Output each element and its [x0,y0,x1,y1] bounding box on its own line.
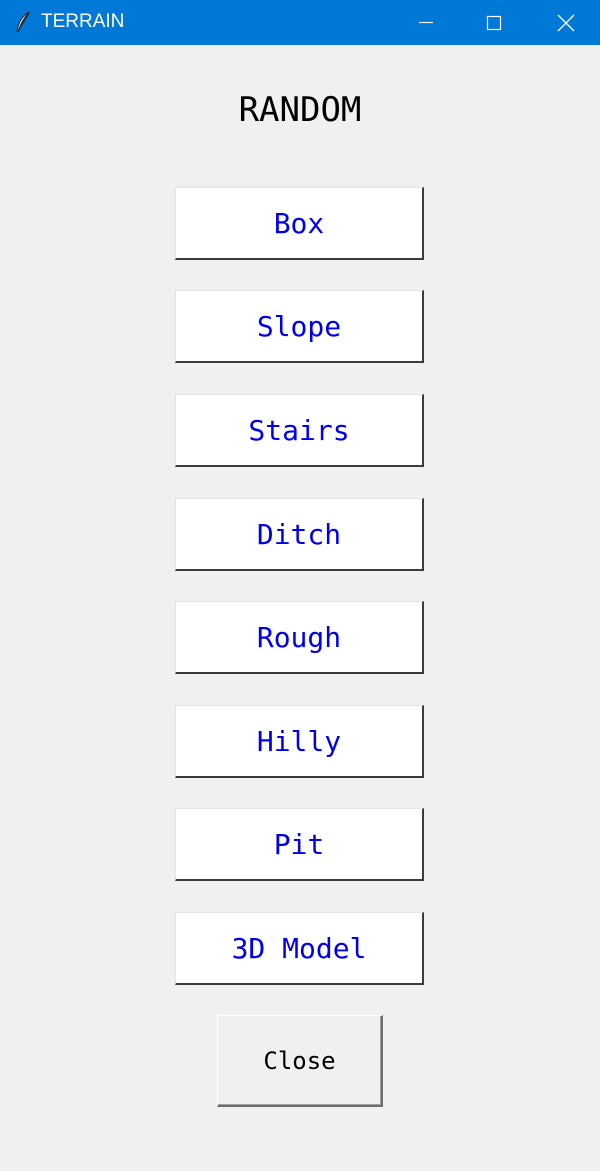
window-close-button[interactable] [532,0,600,45]
close-icon [557,14,575,32]
stairs-button[interactable]: Stairs [175,394,424,467]
rough-button[interactable]: Rough [175,601,424,674]
minimize-icon [419,21,433,24]
page-title: RANDOM [238,90,362,130]
slope-button[interactable]: Slope [175,290,424,363]
terrain-window: TERRAIN RANDOM Box Slope Stairs Ditch Ro… [0,0,600,1171]
box-button[interactable]: Box [175,187,424,260]
title-bar[interactable]: TERRAIN [0,0,600,45]
close-button[interactable]: Close [217,1015,383,1107]
minimize-button[interactable] [392,0,460,45]
feather-icon [14,11,32,33]
pit-button[interactable]: Pit [175,808,424,881]
ditch-button[interactable]: Ditch [175,498,424,571]
maximize-icon [486,15,502,31]
3d-model-button[interactable]: 3D Model [175,912,424,985]
hilly-button[interactable]: Hilly [175,705,424,778]
maximize-button[interactable] [460,0,528,45]
window-title: TERRAIN [41,11,125,32]
